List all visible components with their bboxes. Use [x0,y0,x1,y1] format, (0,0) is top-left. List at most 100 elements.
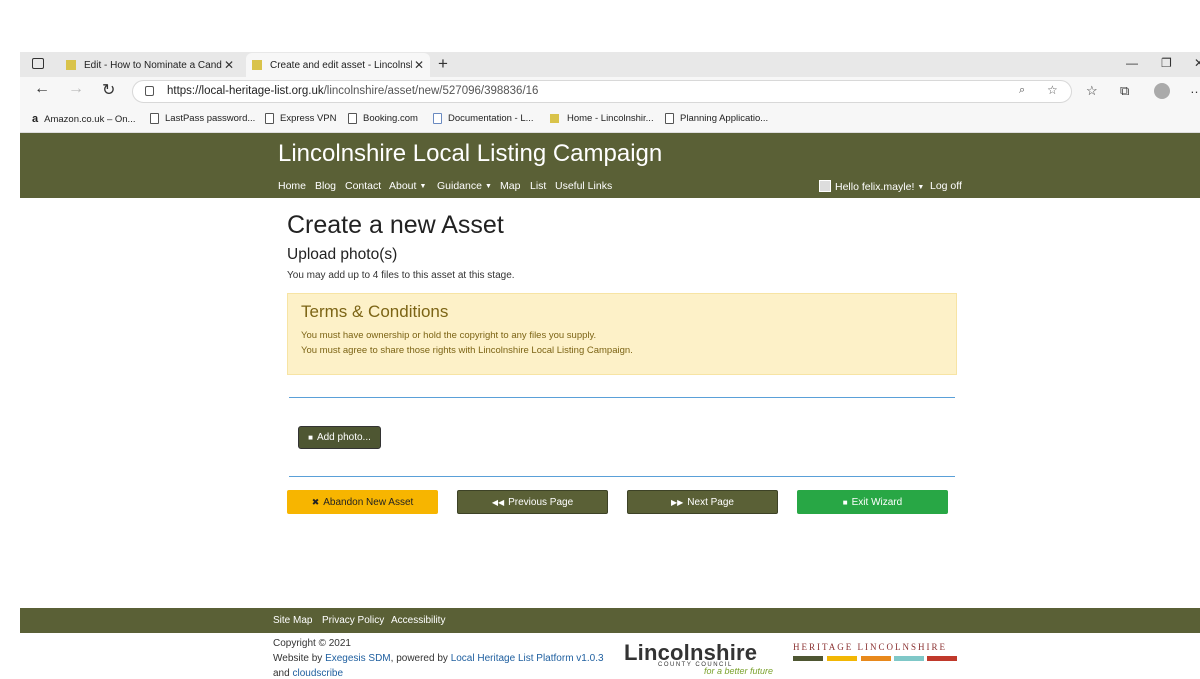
nav-guidance[interactable]: Guidance ▼ [437,180,492,192]
bookmarks-bar: a Amazon.co.uk – On... LastPass password.… [20,107,1200,133]
url-text[interactable]: https://local-heritage-list.org.uk/linco… [167,85,538,97]
collections-icon[interactable]: ⧉ [1120,83,1129,99]
site-header: Lincolnshire Local Listing Campaign Home… [20,133,1200,198]
close-tab-icon[interactable]: ✕ [412,58,426,72]
platform-link[interactable]: Local Heritage List Platform v1.0.3 [451,653,604,664]
save-icon: ■ [842,497,848,507]
nav-blog[interactable]: Blog [315,180,336,192]
nav-about[interactable]: About ▼ [389,180,426,192]
favorites-icon[interactable]: ☆ [1086,83,1098,99]
intro-text: You may add up to 4 files to this asset … [287,270,515,281]
browser-chrome: Edit - How to Nominate a Candid ✕ Create… [20,52,1200,133]
document-icon [433,113,442,124]
footer-sitemap[interactable]: Site Map [273,615,312,626]
more-menu-icon[interactable]: … [1190,81,1200,96]
close-window-icon[interactable]: ✕ [1194,56,1200,70]
credits-prefix: Website by [273,653,326,664]
page-icon [348,113,357,124]
nav-guidance-label: Guidance [437,180,482,192]
page-title: Create a new Asset [287,211,504,239]
terms-line-1: You must have ownership or hold the copy… [301,330,597,341]
bookmark-lastpass[interactable]: LastPass password... [150,113,255,124]
minimize-icon[interactable]: — [1126,56,1138,70]
nav-list[interactable]: List [530,180,546,192]
bookmark-planning[interactable]: Planning Applicatio... [665,113,768,124]
site-title[interactable]: Lincolnshire Local Listing Campaign [278,140,662,168]
amazon-icon: a [32,113,39,125]
previous-page-button[interactable]: ◀◀ Previous Page [457,490,608,514]
tab-title: Edit - How to Nominate a Candid [84,59,222,71]
heritage-lincolnshire-logo[interactable]: HERITAGE LINCOLNSHIRE [793,642,947,652]
tab-actions-icon[interactable] [32,58,44,69]
credits-mid: , powered by [390,653,451,664]
page-icon [265,113,274,124]
divider-top [289,397,955,398]
url-host: https://local-heritage-list.org.uk [167,85,324,97]
credits-and: and [273,668,293,679]
cloudscribe-link[interactable]: cloudscribe [292,668,343,679]
logo-stripe [827,656,857,661]
caret-down-icon: ▼ [917,184,925,191]
next-page-button[interactable]: ▶▶ Next Page [627,490,778,514]
bookmark-amazon[interactable]: a Amazon.co.uk – On... [32,113,135,125]
previous-label: Previous Page [508,496,574,508]
lock-icon[interactable] [145,86,154,96]
back-icon[interactable]: ← [34,80,50,98]
tab-create-asset[interactable]: Create and edit asset - Lincolnsh ✕ [246,53,430,77]
copyright: Copyright © 2021 [273,638,351,649]
favorite-star-icon[interactable]: ☆ [1047,83,1058,97]
terms-panel: Terms & Conditions You must have ownersh… [287,293,957,375]
nav-contact[interactable]: Contact [345,180,381,192]
footer-accessibility[interactable]: Accessibility [391,615,445,626]
bookmark-home-lincolnshire[interactable]: Home - Lincolnshir... [550,113,654,124]
logo-stripe [861,656,891,661]
exit-wizard-button[interactable]: ■ Exit Wizard [797,490,948,514]
footer-privacy[interactable]: Privacy Policy [322,615,384,626]
abandon-label: Abandon New Asset [323,496,414,508]
add-photo-label: Add photo... [316,432,371,443]
tab-title: Create and edit asset - Lincolnsh [270,59,412,71]
nav-about-label: About [389,180,417,192]
tab-strip: Edit - How to Nominate a Candid ✕ Create… [20,52,1200,77]
logoff-link[interactable]: Log off [930,180,962,192]
terms-title: Terms & Conditions [301,302,449,321]
nav-home[interactable]: Home [278,180,306,192]
refresh-icon[interactable]: ↻ [102,80,115,100]
forward-icon: ▶▶ [670,497,684,507]
user-menu[interactable]: Hello felix.mayle! ▼ [819,180,924,193]
bookmark-booking[interactable]: Booking.com [348,113,418,124]
forward-icon[interactable]: → [68,80,84,98]
address-row: ← → ↻ https://local-heritage-list.org.uk… [20,77,1200,107]
credits-2: and cloudscribe [273,668,343,679]
restore-icon[interactable]: ❐ [1161,56,1172,70]
bookmark-express-vpn[interactable]: Express VPN [265,113,337,124]
profile-avatar[interactable] [1154,83,1170,99]
page-icon [665,113,674,124]
next-label: Next Page [687,496,734,508]
credits: Website by Exegesis SDM, powered by Loca… [273,653,604,664]
nav-useful-links[interactable]: Useful Links [555,180,612,192]
abandon-button[interactable]: ✖ Abandon New Asset [287,490,438,514]
backward-icon: ◀◀ [491,497,505,507]
exegesis-link[interactable]: Exegesis SDM [325,653,391,664]
terms-line-2: You must agree to share those rights wit… [301,345,633,356]
close-tab-icon[interactable]: ✕ [222,58,236,72]
user-greeting: Hello felix.mayle! [835,181,915,193]
divider-bottom [289,476,955,477]
pin-favicon-icon [66,60,76,70]
lincolnshire-council-logo[interactable]: Lincolnshire COUNTY COUNCIL for a better… [624,640,773,676]
new-tab-icon[interactable]: + [438,54,448,74]
footer-bar: Site Map Privacy Policy Accessibility [20,608,1200,633]
logo-stripe [927,656,957,661]
exit-label: Exit Wizard [851,496,903,508]
close-icon: ✖ [311,496,320,507]
bookmark-documentation[interactable]: Documentation - L... [433,113,534,124]
zoom-icon[interactable]: ⌕ [1019,84,1025,97]
nav-map[interactable]: Map [500,180,520,192]
caret-down-icon: ▼ [484,183,492,190]
add-photo-button[interactable]: ■ Add photo... [298,426,381,449]
logo-stripe [793,656,823,661]
tab-edit-nominate[interactable]: Edit - How to Nominate a Candid ✕ [60,53,240,77]
address-bar[interactable]: https://local-heritage-list.org.uk/linco… [132,80,1072,103]
caret-down-icon: ▼ [419,183,427,190]
